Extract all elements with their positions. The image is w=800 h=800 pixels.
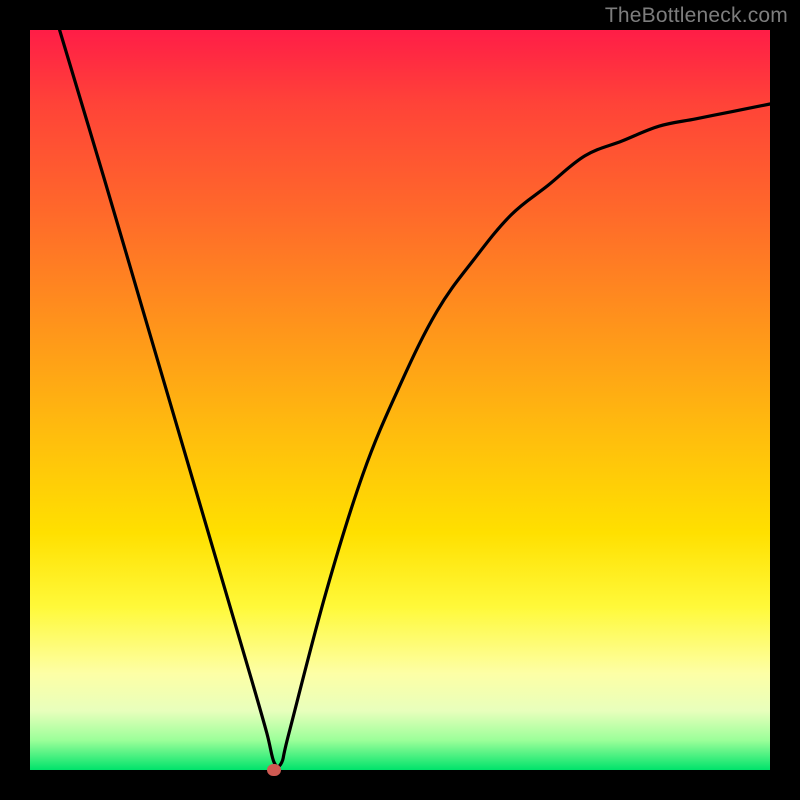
curve-svg	[30, 30, 770, 770]
chart-stage: TheBottleneck.com	[0, 0, 800, 800]
bottleneck-curve	[60, 30, 770, 767]
minimum-marker-icon	[267, 764, 281, 776]
plot-area	[30, 30, 770, 770]
watermark-text: TheBottleneck.com	[605, 4, 788, 28]
